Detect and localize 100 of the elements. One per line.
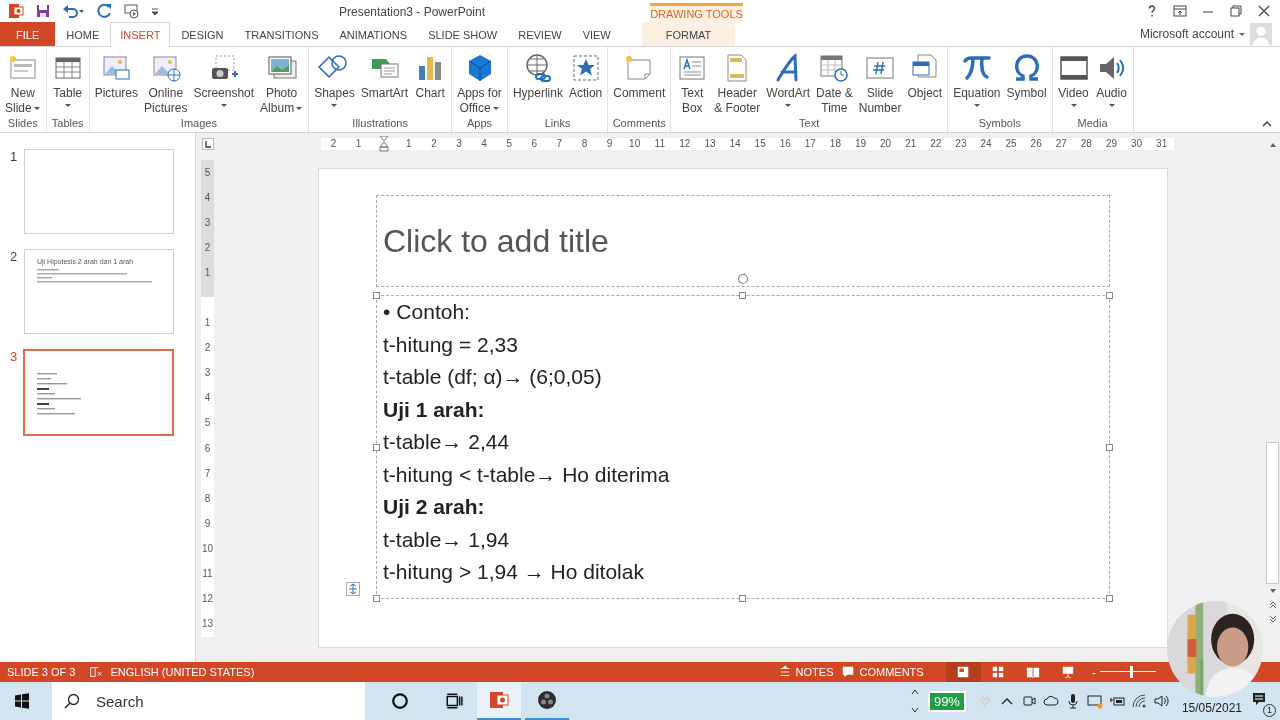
ribbon-button[interactable]: Date & Time	[813, 49, 856, 116]
ribbon-tab[interactable]: FORMAT	[642, 22, 735, 46]
ribbon-button[interactable]: Online Pictures	[141, 49, 191, 116]
title-placeholder[interactable]: Click to add title	[376, 195, 1110, 287]
resize-handle[interactable]	[1106, 292, 1113, 299]
save-icon[interactable]	[35, 3, 51, 19]
notification-icon[interactable]	[1251, 691, 1267, 707]
ribbon-button[interactable]: Video	[1054, 49, 1093, 109]
spelling-book-icon[interactable]	[89, 665, 104, 679]
ruler-number: 28	[1080, 138, 1092, 150]
ribbon-button[interactable]: Pictures	[91, 49, 142, 101]
collapse-ribbon-icon[interactable]	[1262, 120, 1272, 128]
ribbon-tab[interactable]: TRANSITIONS	[234, 22, 329, 46]
task-view-icon[interactable]	[445, 692, 463, 710]
customize-caret-icon[interactable]	[151, 6, 159, 16]
resize-handle[interactable]	[373, 292, 380, 299]
ribbon-button[interactable]: Action	[565, 49, 606, 101]
caret-icon	[32, 104, 41, 112]
comment-icon	[841, 665, 856, 679]
slide-thumbnail[interactable]	[24, 149, 174, 234]
ribbon-button[interactable]: Photo Album	[257, 49, 307, 116]
presentation-app-icon[interactable]	[8, 3, 24, 19]
ruler-number: 1	[355, 138, 362, 150]
search-field[interactable]: Search	[52, 682, 365, 720]
ribbon-tab[interactable]: INSERT	[110, 22, 171, 47]
restore-icon[interactable]	[1228, 3, 1244, 19]
ribbon-button[interactable]: Hyperlink	[509, 49, 566, 101]
resize-handle[interactable]	[739, 595, 746, 602]
ribbon-tab[interactable]: DESIGN	[171, 22, 234, 46]
ruler-number: 5	[506, 138, 512, 150]
ribbon-button[interactable]: Object	[904, 49, 946, 101]
body-text-line: t-table (df; α)→ (6;0,05)	[383, 365, 602, 390]
undo-icon[interactable]	[62, 3, 86, 19]
speaker-icon[interactable]	[1152, 693, 1169, 709]
ruler-number: 3	[456, 138, 462, 150]
wifi-icon[interactable]	[1130, 693, 1147, 709]
ribbon-button[interactable]: WordArt	[763, 49, 814, 109]
ribbon-tab[interactable]: VIEW	[572, 22, 621, 46]
ruler-number: 27	[1055, 138, 1067, 150]
language-indicator[interactable]: ENGLISH (UNITED STATES)	[110, 666, 255, 678]
redo-icon[interactable]	[97, 3, 113, 19]
resize-handle[interactable]	[1106, 595, 1113, 602]
resize-handle[interactable]	[373, 595, 380, 602]
notes-button[interactable]: NOTES	[777, 665, 834, 679]
close-icon[interactable]	[1256, 3, 1272, 19]
ribbon-button[interactable]: Screenshot	[190, 49, 258, 109]
caret-icon[interactable]	[1238, 30, 1246, 38]
camera-icon[interactable]	[1020, 693, 1037, 709]
ruler-number: 3	[204, 367, 211, 380]
ribbon-button[interactable]: Table	[48, 49, 87, 109]
view-button[interactable]	[945, 662, 981, 682]
indent-marker-icon[interactable]	[378, 136, 389, 152]
record-app-icon	[537, 690, 557, 710]
ribbon-button[interactable]: Equation	[950, 49, 1004, 109]
windows-logo-icon[interactable]	[14, 693, 30, 709]
ribbon-tab[interactable]: SLIDE SHOW	[418, 22, 508, 46]
ribbon-button[interactable]: Audio	[1092, 49, 1131, 109]
ribbon-button[interactable]: Text Box	[673, 49, 712, 116]
body-text-line: t-hitung = 2,33	[383, 332, 518, 357]
slideshow-icon[interactable]	[124, 3, 140, 19]
ruler-number: 1	[204, 266, 211, 279]
ribbon-button[interactable]: Chart	[411, 49, 450, 101]
group-label: Symbols	[977, 117, 1022, 131]
ribbon-button[interactable]: New Slide	[2, 49, 44, 116]
scrollbar-thumb[interactable]	[1266, 442, 1279, 584]
slide-thumbnail[interactable]	[23, 349, 174, 436]
caret-icon	[295, 104, 304, 112]
ruler-number: 1	[406, 138, 412, 150]
ruler-number: 9	[204, 517, 211, 530]
ribbon-tab[interactable]: ANIMATIONS	[329, 22, 418, 46]
next-slide-icon[interactable]	[1267, 614, 1278, 624]
ribbon-button[interactable]: SmartArt	[357, 49, 412, 101]
ribbon-tab[interactable]: HOME	[56, 22, 110, 46]
ribbon-button[interactable]: Shapes	[311, 49, 358, 109]
zoom-out-button[interactable]: -	[1091, 664, 1096, 680]
account-name[interactable]: Microsoft account	[1139, 27, 1234, 41]
caret-icon	[1069, 101, 1078, 109]
ribbon-button[interactable]: Slide Number	[855, 49, 905, 116]
cloud-icon[interactable]	[1042, 693, 1059, 709]
ribbon-button[interactable]: Symbol	[1003, 49, 1050, 101]
ribbon-tab[interactable]: REVIEW	[508, 22, 572, 46]
rotation-handle-icon[interactable]	[737, 273, 749, 285]
comments-button[interactable]: COMMENTS	[841, 665, 924, 679]
zoom-slider-thumb[interactable]	[1129, 666, 1133, 678]
previous-slide-icon[interactable]	[1267, 600, 1278, 610]
ribbon-button[interactable]: Comment	[610, 49, 669, 101]
clock-date[interactable]: 15/05/2021	[1181, 701, 1242, 715]
monitor-icon[interactable]	[1086, 693, 1103, 709]
ribbon-button[interactable]: Apps for Office	[454, 49, 505, 116]
autofit-icon[interactable]	[346, 582, 360, 596]
tab-stop-icon[interactable]	[202, 138, 214, 150]
body-text-line: t-table→ 2,44	[383, 430, 510, 455]
ribbon-display-icon[interactable]	[1172, 3, 1188, 19]
resize-handle[interactable]	[373, 444, 380, 451]
ribbon-button[interactable]: Header & Footer	[711, 49, 764, 116]
circle-icon[interactable]	[391, 692, 409, 710]
body-text-line: Contoh:	[396, 300, 470, 325]
file-tab[interactable]: FILE	[0, 22, 56, 46]
resize-handle[interactable]	[1106, 444, 1113, 451]
resize-handle[interactable]	[739, 292, 746, 299]
